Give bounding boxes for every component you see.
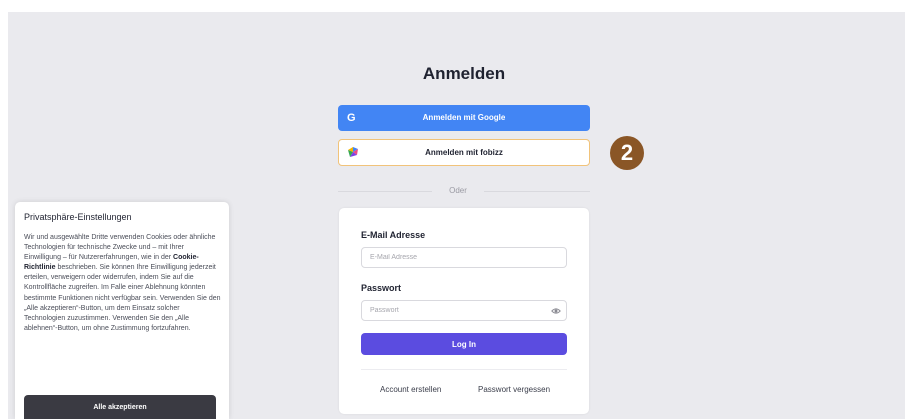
email-label: E-Mail Adresse <box>361 230 426 240</box>
password-label: Passwort <box>361 283 402 293</box>
create-account-link[interactable]: Account erstellen <box>380 385 441 394</box>
eye-icon[interactable] <box>551 306 561 316</box>
cookie-banner-title: Privatsphäre-Einstellungen <box>24 212 132 222</box>
cookie-banner-text: Wir und ausgewählte Dritte verwenden Coo… <box>24 233 222 334</box>
accept-all-button[interactable]: Alle akzeptieren <box>24 395 216 419</box>
fobizz-login-button[interactable]: Anmelden mit fobizz <box>338 139 590 166</box>
card-divider <box>361 369 567 370</box>
page-title: Anmelden <box>422 64 506 83</box>
cookie-text-part-2: beschrieben. Sie können Ihre Einwilligun… <box>24 264 221 332</box>
divider-line-left <box>338 191 432 192</box>
divider-line-right <box>484 191 590 192</box>
divider-text: Oder <box>449 186 467 195</box>
google-login-button[interactable]: G Anmelden mit Google <box>338 105 590 131</box>
fobizz-login-label: Anmelden mit fobizz <box>425 148 503 157</box>
step-badge: 2 <box>610 136 644 170</box>
google-login-label: Anmelden mit Google <box>422 113 506 122</box>
password-field[interactable] <box>361 300 567 321</box>
email-field[interactable] <box>361 247 567 268</box>
login-button[interactable]: Log In <box>361 333 567 355</box>
forgot-password-link[interactable]: Passwort vergessen <box>478 385 550 394</box>
